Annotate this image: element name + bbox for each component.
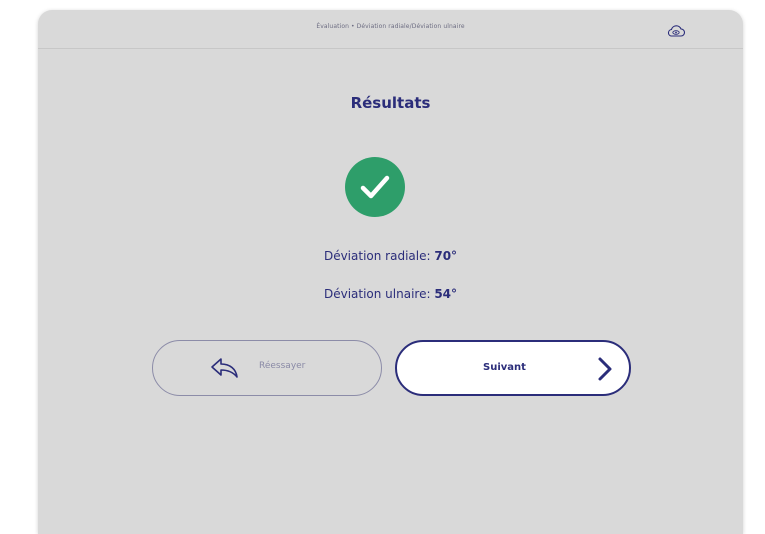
ulnar-deviation-label: Déviation ulnaire: <box>323 287 435 301</box>
radial-deviation-result: Déviation radiale: 70° <box>38 249 743 263</box>
breadcrumb: Évaluation • Déviation radiale/Déviation… <box>316 23 465 30</box>
app-window: Évaluation • Déviation radiale/Déviation… <box>38 10 743 534</box>
chevron-right-icon <box>596 356 614 382</box>
retry-button-label: Réessayer <box>259 361 306 371</box>
undo-arrow-icon <box>209 356 241 380</box>
page-title: Résultats <box>350 94 431 112</box>
next-button-label: Suivant <box>483 362 526 373</box>
retry-button[interactable]: Réessayer <box>152 340 382 396</box>
radial-deviation-label: Déviation radiale: <box>323 249 435 263</box>
top-bar: Évaluation • Déviation radiale/Déviation… <box>38 10 743 49</box>
ulnar-deviation-result: Déviation ulnaire: 54° <box>38 287 743 301</box>
cloud-eye-icon[interactable] <box>666 23 686 37</box>
ulnar-deviation-value: 54° <box>434 287 458 301</box>
radial-deviation-value: 70° <box>434 249 458 263</box>
next-button[interactable]: Suivant <box>395 340 631 396</box>
check-circle-icon <box>345 157 405 217</box>
